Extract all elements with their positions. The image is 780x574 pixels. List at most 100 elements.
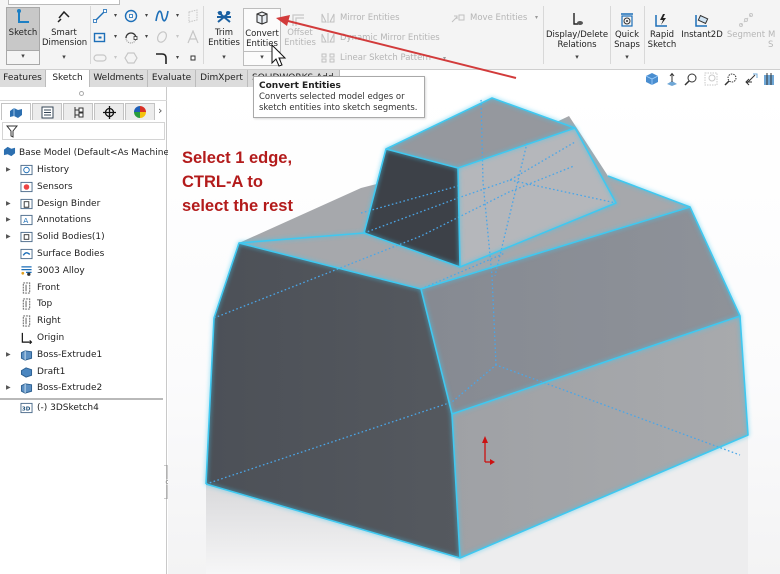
tree-item[interactable]: Origin [0, 330, 167, 346]
tree-item[interactable]: ▶ History [0, 162, 167, 178]
view-cube-icon[interactable] [645, 72, 659, 86]
panel-grip[interactable] [79, 91, 84, 96]
tree-item-label: Draft1 [37, 366, 66, 377]
tree-item[interactable]: ▶ A Annotations [0, 212, 167, 228]
zoom-to-fit-icon[interactable] [684, 72, 698, 86]
tab-sketch[interactable]: Sketch [46, 70, 90, 88]
zoom-selection-icon[interactable] [724, 72, 738, 86]
more-tools-button[interactable]: M S [768, 12, 780, 56]
tree-item[interactable]: ▶ Boss-Extrude1 [0, 347, 167, 363]
spline-dropdown[interactable]: ▾ [176, 12, 179, 19]
smart-dimension-dropdown[interactable]: ▾ [42, 52, 86, 66]
instruction-annotation: Select 1 edge, CTRL-A to select the rest [182, 146, 293, 218]
tree-item[interactable]: Top [0, 296, 167, 312]
tree-item[interactable]: 3003 Alloy [0, 263, 167, 279]
tab-weldments[interactable]: Weldments [90, 70, 148, 87]
rectangle-dropdown[interactable]: ▾ [114, 33, 117, 40]
line-icon[interactable] [93, 9, 107, 23]
expand-arrow-icon[interactable]: ▶ [6, 229, 11, 245]
mirror-label: Mirror Entities [340, 13, 400, 23]
trim-dropdown[interactable]: ▾ [206, 52, 242, 66]
move-dropdown[interactable]: ▾ [535, 14, 538, 21]
display-relations-dropdown[interactable]: ▾ [546, 52, 608, 66]
previous-view-icon[interactable] [744, 72, 758, 86]
tab-property-manager[interactable] [32, 103, 62, 120]
zoom-area-icon[interactable] [704, 72, 718, 86]
linear-pattern-icon [321, 53, 335, 62]
arc-icon[interactable] [124, 30, 138, 44]
section-view-icon[interactable] [763, 72, 777, 86]
filter-icon[interactable] [6, 125, 18, 138]
tree-item[interactable]: ▶ Boss-Extrude2 [0, 380, 167, 396]
rectangle-icon[interactable] [93, 30, 107, 44]
tree-item[interactable]: 3D (-) 3DSketch4 [0, 400, 167, 416]
sketch-button[interactable]: Sketch ▾ [6, 7, 40, 65]
tab-dimxpert[interactable]: DimXpert [196, 70, 248, 87]
plane-icon [188, 9, 198, 23]
display-delete-relations-button[interactable]: Display/Delete Relations ▾ [546, 12, 608, 66]
tree-root[interactable]: Base Model (Default<As Machined [3, 145, 175, 159]
circle-dropdown[interactable]: ▾ [145, 12, 148, 19]
sketch-icon [17, 9, 29, 23]
tree-item[interactable]: Draft1 [0, 364, 167, 380]
tab-features[interactable]: Features [0, 70, 46, 87]
tree-item-label: Right [37, 316, 61, 327]
expand-arrow-icon[interactable]: ▶ [6, 196, 11, 212]
expand-arrow-icon[interactable]: ▶ [6, 212, 11, 228]
material-icon [21, 266, 32, 276]
tab-dimxpert-manager[interactable] [94, 103, 124, 120]
tree-item[interactable]: Right [0, 313, 167, 329]
fillet-icon[interactable] [155, 51, 169, 65]
expand-arrow-icon[interactable]: ▶ [6, 347, 11, 363]
tree-item[interactable]: Surface Bodies [0, 246, 167, 262]
tree-item[interactable]: ▶ Solid Bodies(1) [0, 229, 167, 245]
arc-dropdown[interactable]: ▾ [145, 33, 148, 40]
tree-item-label: Design Binder [37, 198, 101, 209]
segment-button[interactable]: Segment [726, 12, 766, 56]
trim-label-2: Entities [208, 38, 240, 48]
tree-item[interactable]: ▶ Design Binder [0, 196, 167, 212]
linear-pattern-dropdown[interactable]: ▾ [443, 55, 446, 62]
expand-arrow-icon[interactable]: ▶ [6, 162, 11, 178]
quick-snaps-button[interactable]: Quick Snaps ▾ [612, 12, 642, 66]
ribbon-separator [90, 6, 91, 64]
instruction-line-2: CTRL-A to [182, 173, 263, 191]
instruction-line-1: Select 1 edge, [182, 149, 293, 167]
dimxpert-manager-icon [102, 105, 116, 119]
move-icon [451, 14, 465, 22]
linear-sketch-pattern-button[interactable]: Linear Sketch Pattern [321, 51, 431, 65]
expand-arrow-icon[interactable]: ▶ [6, 380, 11, 396]
smart-dimension-button[interactable]: Smart Dimension ▾ [42, 8, 87, 66]
dynamic-mirror-button[interactable]: Dynamic Mirror Entities [321, 31, 440, 45]
move-entities-button[interactable]: Move Entities [451, 11, 527, 25]
fillet-dropdown[interactable]: ▾ [176, 54, 179, 61]
tree-item[interactable]: Front [0, 280, 167, 296]
trim-entities-button[interactable]: Trim Entities ▾ [206, 8, 242, 66]
tree-item-label: 3003 Alloy [37, 265, 85, 276]
more-tabs-chevron-icon[interactable]: › [158, 104, 162, 117]
tab-configuration-manager[interactable] [63, 103, 93, 120]
instant2d-button[interactable]: Instant2D [680, 12, 724, 56]
quick-snaps-dropdown[interactable]: ▾ [612, 52, 642, 66]
polygon-icon [124, 52, 138, 64]
point-icon[interactable] [186, 51, 200, 65]
rapid-sketch-button[interactable]: Rapid Sketch [646, 12, 678, 56]
convert-entities-icon [256, 11, 268, 25]
tooltip-description-1: Converts selected model edges or [259, 92, 405, 102]
tab-display-manager[interactable] [125, 103, 155, 120]
view-normal-icon[interactable] [665, 72, 679, 86]
3d-sketch-icon: 3D [20, 403, 33, 414]
spline-icon[interactable] [155, 9, 169, 23]
line-dropdown[interactable]: ▾ [114, 12, 117, 19]
graphics-area[interactable]: Select 1 edge, CTRL-A to select the rest [168, 87, 780, 574]
ribbon-separator [644, 6, 645, 64]
tree-filter[interactable] [2, 122, 165, 140]
tree-item[interactable]: Sensors [0, 179, 167, 195]
tab-feature-manager[interactable] [1, 103, 31, 120]
offset-entities-button[interactable]: Offset Entities [283, 28, 317, 58]
dynamic-mirror-icon [321, 32, 335, 43]
circle-icon[interactable] [124, 9, 138, 23]
tab-evaluate[interactable]: Evaluate [148, 70, 196, 87]
sketch-dropdown[interactable]: ▾ [7, 50, 39, 64]
mirror-entities-button[interactable]: Mirror Entities [321, 11, 400, 25]
